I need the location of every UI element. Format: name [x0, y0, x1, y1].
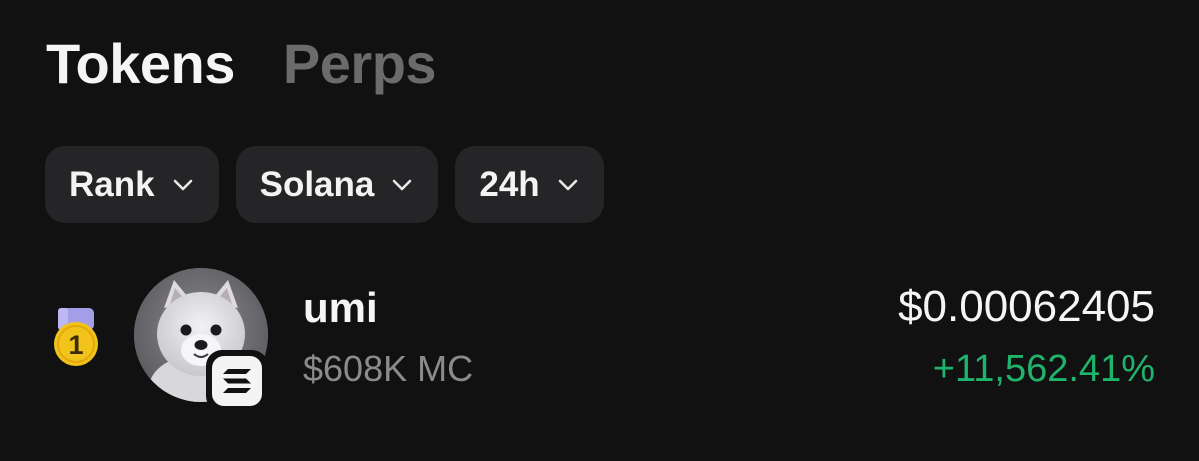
- rank-number: 1: [68, 330, 83, 360]
- token-price-change: +11,562.41%: [932, 348, 1155, 390]
- chain-filter-dropdown[interactable]: Solana: [235, 146, 439, 223]
- timeframe-filter-label: 24h: [479, 164, 540, 204]
- token-list-screen: Tokens Perps Rank Solana 24h 1 umi $608K…: [0, 0, 1199, 461]
- chevron-down-icon: [173, 179, 192, 190]
- chain-filter-label: Solana: [259, 164, 375, 204]
- token-row[interactable]: 1 umi $608K MC $0.00062405 +11,562.41%: [0, 262, 1199, 412]
- tab-bar: Tokens Perps: [46, 30, 437, 98]
- rank-filter-dropdown[interactable]: Rank: [45, 146, 219, 223]
- chevron-down-icon: [558, 179, 577, 190]
- solana-icon: [223, 369, 251, 393]
- chain-badge: [206, 350, 268, 412]
- rank-filter-label: Rank: [69, 164, 155, 204]
- tab-tokens[interactable]: Tokens: [46, 30, 235, 98]
- token-name: umi: [303, 284, 378, 331]
- token-price: $0.00062405: [898, 282, 1155, 331]
- gold-medal-icon: 1: [54, 308, 98, 366]
- chevron-down-icon: [393, 179, 412, 190]
- timeframe-filter-dropdown[interactable]: 24h: [455, 146, 604, 223]
- token-market-cap: $608K MC: [303, 348, 474, 389]
- token-avatar-wrapper: [134, 268, 270, 412]
- filter-bar: Rank Solana 24h: [45, 146, 604, 223]
- tab-perps[interactable]: Perps: [283, 30, 437, 98]
